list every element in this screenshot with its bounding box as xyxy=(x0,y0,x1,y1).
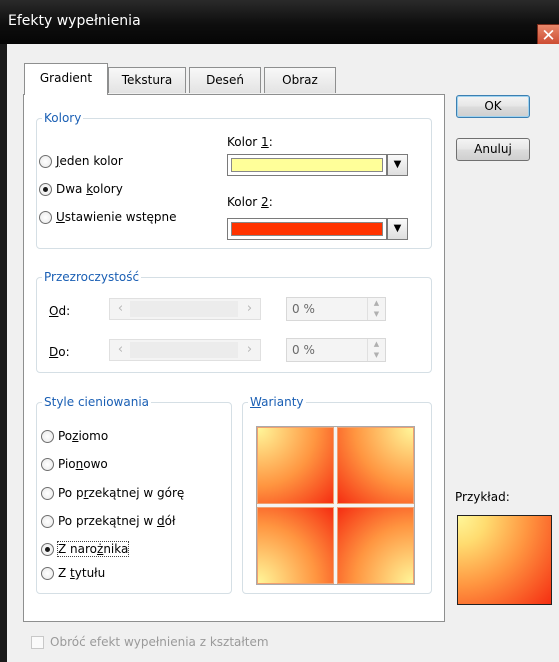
variants-legend: Warianty xyxy=(248,394,306,410)
chevron-down-icon[interactable]: ▼ xyxy=(387,218,408,240)
radio-horizontal[interactable]: Poziomo xyxy=(41,428,108,444)
chevron-right-icon[interactable]: › xyxy=(241,342,258,358)
from-slider-track xyxy=(130,301,238,317)
to-slider[interactable]: ‹ › xyxy=(109,339,261,361)
radio-diagonal-up[interactable]: Po przekątnej w górę xyxy=(41,485,184,501)
variant-top-left[interactable] xyxy=(257,427,334,504)
radio-diagonal-down-indicator xyxy=(41,515,54,528)
color1-dropdown[interactable]: ▼ xyxy=(227,154,408,176)
spin-arrows-icon[interactable]: ▲ ▼ xyxy=(367,339,385,361)
radio-two-colors-label: Dwa kolory xyxy=(56,182,123,196)
radio-from-title-label: Z tytułu xyxy=(58,566,106,580)
tab-desen[interactable]: Deseń xyxy=(189,67,261,93)
radio-horizontal-label: Poziomo xyxy=(58,429,109,443)
radio-diagonal-up-indicator xyxy=(41,487,54,500)
tab-tekstura[interactable]: Tekstura xyxy=(108,67,186,93)
color2-label: Kolor 2: xyxy=(227,195,273,209)
radio-one-color[interactable]: Jeden kolor xyxy=(39,153,123,169)
dialog-title: Efekty wypełnienia xyxy=(8,13,141,29)
radio-from-corner[interactable]: Z narożnika xyxy=(41,541,130,557)
radio-preset-indicator xyxy=(39,211,52,224)
radio-preset[interactable]: Ustawienie wstępne xyxy=(39,209,177,225)
rotate-with-shape-label: Obróć efekt wypełnienia z kształtem xyxy=(50,635,269,649)
to-value: 0 % xyxy=(292,343,315,357)
checkbox-indicator[interactable] xyxy=(31,636,44,649)
chevron-left-icon[interactable]: ‹ xyxy=(112,342,129,358)
radio-two-colors[interactable]: Dwa kolory xyxy=(39,181,123,197)
radio-from-corner-indicator xyxy=(41,543,54,556)
to-slider-track xyxy=(130,342,238,358)
variant-top-right[interactable] xyxy=(337,427,414,504)
radio-from-title-indicator xyxy=(41,567,54,580)
preview-swatch xyxy=(457,515,552,605)
to-spinner[interactable]: 0 % ▲ ▼ xyxy=(286,338,386,362)
color2-swatch xyxy=(231,222,383,236)
spin-arrows-icon[interactable]: ▲ ▼ xyxy=(367,298,385,320)
color1-label: Kolor 1: xyxy=(227,135,273,149)
radio-diagonal-down-label: Po przekątnej w dół xyxy=(58,514,176,528)
from-spinner[interactable]: 0 % ▲ ▼ xyxy=(286,297,386,321)
radio-from-title[interactable]: Z tytułu xyxy=(41,565,105,581)
shading-styles-legend: Style cieniowania xyxy=(42,394,152,410)
tab-gradient[interactable]: Gradient xyxy=(24,63,108,95)
radio-one-color-indicator xyxy=(39,155,52,168)
from-slider[interactable]: ‹ › xyxy=(109,298,261,320)
color2-dropdown[interactable]: ▼ xyxy=(227,218,408,240)
radio-two-colors-indicator xyxy=(39,183,52,196)
chevron-left-icon[interactable]: ‹ xyxy=(112,301,129,317)
tab-panel-gradient: Kolory Jeden kolor Dwa kolory Ustawienie… xyxy=(23,94,445,622)
radio-vertical-label: Pionowo xyxy=(58,457,108,471)
from-value: 0 % xyxy=(292,302,315,316)
radio-vertical[interactable]: Pionowo xyxy=(41,456,108,472)
preview-label: Przykład: xyxy=(455,490,510,504)
transparency-legend: Przezroczystość xyxy=(42,269,142,285)
to-label: Do: xyxy=(49,345,70,359)
radio-diagonal-down[interactable]: Po przekątnej w dół xyxy=(41,513,175,529)
radio-vertical-indicator xyxy=(41,458,54,471)
chevron-right-icon[interactable]: › xyxy=(241,301,258,317)
colors-legend: Kolory xyxy=(42,110,84,126)
title-bar: Efekty wypełnienia ✕ xyxy=(0,0,559,48)
radio-one-color-label: Jeden kolor xyxy=(56,154,123,168)
variant-bottom-left[interactable] xyxy=(257,507,334,584)
chevron-down-icon[interactable]: ▼ xyxy=(387,154,408,176)
cancel-button[interactable]: Anuluj xyxy=(456,138,530,161)
ok-button[interactable]: OK xyxy=(456,95,530,118)
rotate-with-shape-checkbox[interactable]: Obróć efekt wypełnienia z kształtem xyxy=(31,635,269,649)
radio-horizontal-indicator xyxy=(41,430,54,443)
radio-preset-label: Ustawienie wstępne xyxy=(56,210,177,224)
from-label: Od: xyxy=(49,304,71,318)
variant-bottom-right[interactable] xyxy=(337,507,414,584)
radio-diagonal-up-label: Po przekątnej w górę xyxy=(58,486,185,500)
fill-effects-dialog: Efekty wypełnienia ✕ Gradient Tekstura D… xyxy=(0,0,559,662)
tab-obraz[interactable]: Obraz xyxy=(264,67,336,93)
radio-from-corner-label: Z narożnika xyxy=(56,541,130,557)
color1-swatch xyxy=(231,158,383,172)
